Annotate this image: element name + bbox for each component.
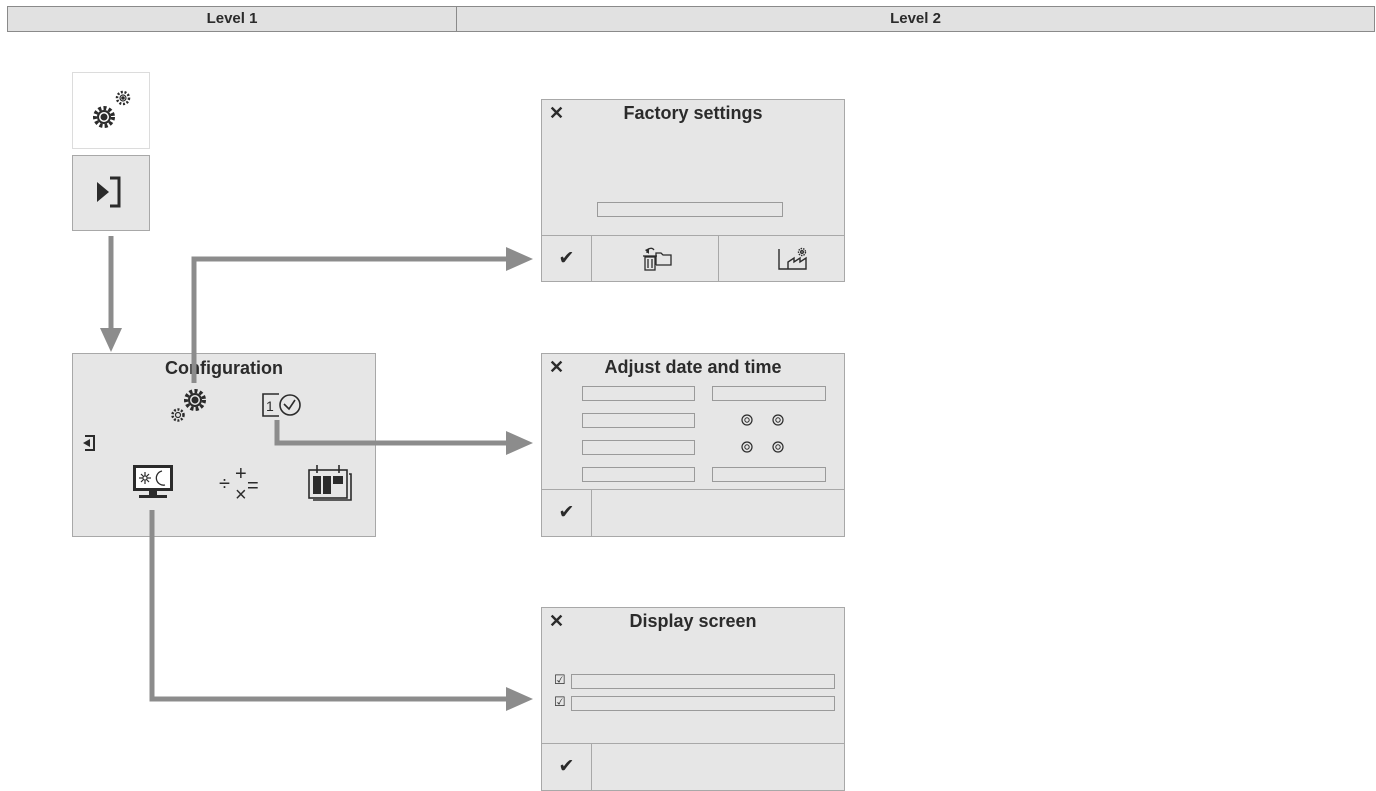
arrow-head-configuration	[100, 328, 122, 352]
arrow-datetime-to-adjust	[274, 420, 510, 446]
arrow-head-adjust	[506, 431, 533, 455]
connector-arrows	[100, 236, 533, 711]
arrow-display-to-display-screen	[149, 510, 510, 702]
arrow-head-factory	[506, 247, 533, 271]
arrow-gear-to-factory	[191, 256, 510, 383]
arrow-head-display-screen	[506, 687, 533, 711]
